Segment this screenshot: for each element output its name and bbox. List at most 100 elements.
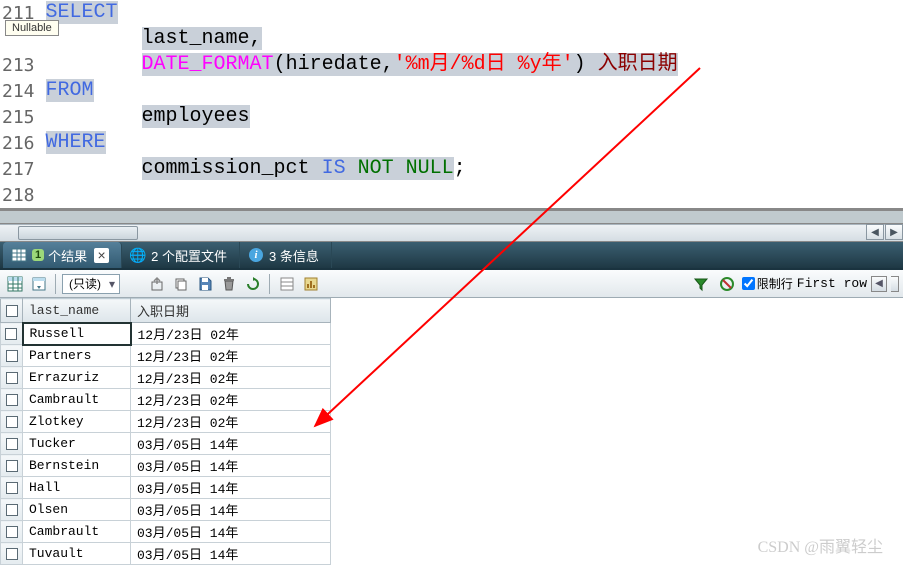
row-checkbox[interactable] — [1, 477, 23, 499]
row-checkbox[interactable] — [1, 389, 23, 411]
copy-button[interactable] — [170, 273, 192, 295]
table-row[interactable]: Cambrault12月/23日 02年 — [1, 389, 331, 411]
col-header-lastname[interactable]: last_name — [23, 299, 131, 323]
code-line[interactable]: FROM — [46, 78, 899, 104]
cell-hiredate[interactable]: 12月/23日 02年 — [131, 411, 331, 433]
code-line[interactable] — [46, 182, 899, 208]
cell-hiredate[interactable]: 03月/05日 14年 — [131, 455, 331, 477]
table-row[interactable]: Hall03月/05日 14年 — [1, 477, 331, 499]
delete-button[interactable] — [218, 273, 240, 295]
code-line[interactable]: commission_pct IS NOT NULL; — [46, 156, 899, 182]
watermark: CSDN @雨翼轻尘 — [758, 533, 883, 557]
grid-options-button[interactable] — [276, 273, 298, 295]
row-checkbox[interactable] — [1, 499, 23, 521]
table-row[interactable]: Bernstein03月/05日 14年 — [1, 455, 331, 477]
clear-filter-button[interactable] — [716, 273, 738, 295]
row-checkbox[interactable] — [1, 543, 23, 565]
table-row[interactable]: Partners12月/23日 02年 — [1, 345, 331, 367]
chart-button[interactable] — [300, 273, 322, 295]
cell-hiredate[interactable]: 03月/05日 14年 — [131, 543, 331, 565]
tab-profiles-label: 2 个配置文件 — [151, 246, 227, 265]
readonly-selector[interactable]: (只读) — [62, 274, 120, 294]
cell-hiredate[interactable]: 12月/23日 02年 — [131, 345, 331, 367]
table-row[interactable]: Russell12月/23日 02年 — [1, 323, 331, 345]
results-table[interactable]: last_name 入职日期 Russell12月/23日 02年Partner… — [0, 298, 331, 565]
cell-hiredate[interactable]: 03月/05日 14年 — [131, 433, 331, 455]
cell-hiredate[interactable]: 03月/05日 14年 — [131, 521, 331, 543]
header-checkbox-col[interactable] — [1, 299, 23, 323]
line-number: 218 — [0, 182, 41, 208]
row-checkbox[interactable] — [1, 521, 23, 543]
cell-lastname[interactable]: Hall — [23, 477, 131, 499]
results-toolbar: (只读) 限制行 First row ◀ — [0, 270, 903, 298]
tab-results-close[interactable]: × — [94, 248, 109, 263]
cell-lastname[interactable]: Bernstein — [23, 455, 131, 477]
firstrow-prev-button[interactable]: ◀ — [871, 276, 887, 292]
tab-messages-label: 3 条信息 — [269, 246, 319, 265]
limit-rows-input[interactable] — [742, 277, 755, 290]
grid-view-button[interactable] — [4, 273, 26, 295]
cell-lastname[interactable]: Errazuriz — [23, 367, 131, 389]
line-number: 216 — [0, 130, 41, 156]
cell-lastname[interactable]: Cambrault — [23, 521, 131, 543]
cell-lastname[interactable]: Partners — [23, 345, 131, 367]
row-checkbox[interactable] — [1, 323, 23, 345]
code-line[interactable]: WHERE — [46, 130, 899, 156]
cell-lastname[interactable]: Olsen — [23, 499, 131, 521]
cell-hiredate[interactable]: 12月/23日 02年 — [131, 389, 331, 411]
table-row[interactable]: Tuvault03月/05日 14年 — [1, 543, 331, 565]
row-checkbox[interactable] — [1, 367, 23, 389]
cell-hiredate[interactable]: 12月/23日 02年 — [131, 367, 331, 389]
tab-results-label: 个结果 — [48, 246, 87, 265]
code-area[interactable]: SELECT last_name, DATE_FORMAT(hiredate,'… — [42, 0, 903, 208]
results-count-badge: 1 — [32, 249, 44, 261]
code-line[interactable]: DATE_FORMAT(hiredate,'%m月/%d日 %y年') 入职日期 — [46, 52, 899, 78]
cell-lastname[interactable]: Russell — [23, 323, 131, 345]
cell-lastname[interactable]: Zlotkey — [23, 411, 131, 433]
table-row[interactable]: Cambrault03月/05日 14年 — [1, 521, 331, 543]
line-number: 215 — [0, 104, 41, 130]
h-scrollbar[interactable]: ◀ ▶ — [0, 224, 903, 242]
cell-lastname[interactable]: Tuvault — [23, 543, 131, 565]
code-line[interactable]: employees — [46, 104, 899, 130]
scroll-thumb[interactable] — [18, 226, 138, 240]
form-view-button[interactable] — [28, 273, 50, 295]
scroll-left-button[interactable]: ◀ — [866, 224, 884, 240]
table-row[interactable]: Olsen03月/05日 14年 — [1, 499, 331, 521]
row-checkbox[interactable] — [1, 345, 23, 367]
cell-hiredate[interactable]: 12月/23日 02年 — [131, 323, 331, 345]
cell-hiredate[interactable]: 03月/05日 14年 — [131, 499, 331, 521]
firstrow-edge-button[interactable] — [891, 276, 899, 292]
code-line[interactable]: last_name, — [46, 26, 899, 52]
scroll-right-button[interactable]: ▶ — [885, 224, 903, 240]
tab-results[interactable]: 1 个结果 × — [3, 242, 122, 268]
cell-lastname[interactable]: Tucker — [23, 433, 131, 455]
cell-lastname[interactable]: Cambrault — [23, 389, 131, 411]
info-icon: i — [248, 247, 264, 263]
row-checkbox[interactable] — [1, 411, 23, 433]
limit-rows-checkbox[interactable]: 限制行 — [742, 275, 793, 292]
col-header-hiredate[interactable]: 入职日期 — [131, 299, 331, 323]
table-row[interactable]: Zlotkey12月/23日 02年 — [1, 411, 331, 433]
row-checkbox[interactable] — [1, 455, 23, 477]
sql-editor[interactable]: 211213214215216217218 SELECT last_name, … — [0, 0, 903, 210]
code-line[interactable]: SELECT — [46, 0, 899, 26]
nullable-tooltip: Nullable — [5, 20, 59, 36]
globe-icon: 🌐 — [130, 247, 146, 263]
line-number: 217 — [0, 156, 41, 182]
results-icon — [11, 247, 27, 263]
line-number: 213 — [0, 52, 41, 78]
toolbar-separator — [269, 274, 271, 294]
export-button[interactable] — [146, 273, 168, 295]
row-checkbox[interactable] — [1, 433, 23, 455]
limit-rows-label: 限制行 — [757, 275, 793, 292]
filter-button[interactable] — [690, 273, 712, 295]
refresh-button[interactable] — [242, 273, 264, 295]
tab-messages[interactable]: i 3 条信息 — [240, 242, 332, 268]
cell-hiredate[interactable]: 03月/05日 14年 — [131, 477, 331, 499]
tab-profiles[interactable]: 🌐 2 个配置文件 — [122, 242, 240, 268]
save-button[interactable] — [194, 273, 216, 295]
splitter-bar[interactable] — [0, 210, 903, 224]
table-row[interactable]: Tucker03月/05日 14年 — [1, 433, 331, 455]
table-row[interactable]: Errazuriz12月/23日 02年 — [1, 367, 331, 389]
